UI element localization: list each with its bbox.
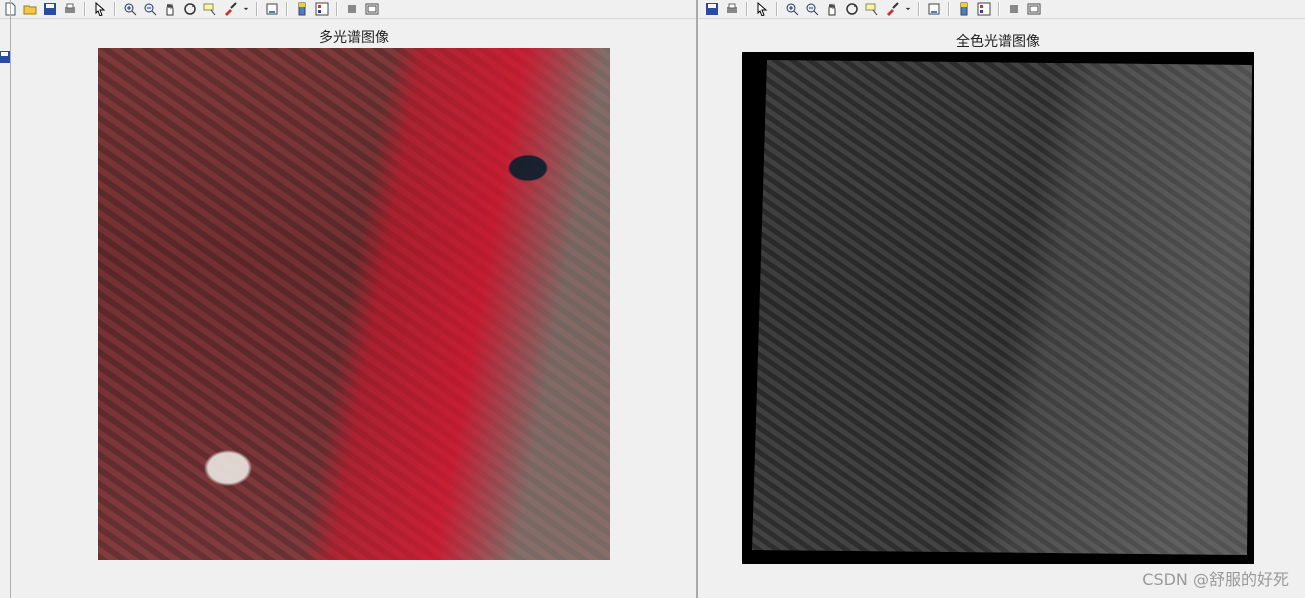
show-plot-tools-icon[interactable] <box>364 1 380 17</box>
pan-hand-icon[interactable] <box>162 1 178 17</box>
zoom-out-icon[interactable] <box>804 1 820 17</box>
hide-plot-tools-icon[interactable] <box>344 1 360 17</box>
multispectral-image-title: 多光谱图像 <box>319 30 389 46</box>
legend-icon[interactable] <box>314 1 330 17</box>
brush-icon[interactable] <box>884 1 900 17</box>
toolbar-separator <box>286 2 288 16</box>
toolbar-separator <box>948 2 950 16</box>
panchromatic-image-title: 全色光谱图像 <box>956 34 1040 50</box>
hide-plot-tools-icon[interactable] <box>1006 1 1022 17</box>
dropdown-arrow-icon[interactable] <box>904 1 912 17</box>
right-figure-toolbar <box>698 0 1305 19</box>
rotate-3d-icon[interactable] <box>182 1 198 17</box>
save-icon[interactable] <box>704 1 720 17</box>
print-icon[interactable] <box>724 1 740 17</box>
open-folder-icon[interactable] <box>22 1 38 17</box>
pan-hand-icon[interactable] <box>824 1 840 17</box>
rotate-3d-icon[interactable] <box>844 1 860 17</box>
print-icon[interactable] <box>62 1 78 17</box>
toolbar-separator <box>114 2 116 16</box>
toolbar-separator <box>84 2 86 16</box>
save-icon[interactable] <box>42 1 58 17</box>
toolbar-separator <box>918 2 920 16</box>
colorbar-icon[interactable] <box>294 1 310 17</box>
pointer-icon[interactable] <box>92 1 108 17</box>
multispectral-image <box>98 48 610 560</box>
link-plot-icon[interactable] <box>926 1 942 17</box>
toolbar-separator <box>998 2 1000 16</box>
toolbar-separator <box>776 2 778 16</box>
pointer-icon[interactable] <box>754 1 770 17</box>
brush-icon[interactable] <box>222 1 238 17</box>
zoom-out-icon[interactable] <box>142 1 158 17</box>
dropdown-arrow-icon[interactable] <box>242 1 250 17</box>
toolbar-separator <box>336 2 338 16</box>
partial-window-icon <box>0 48 10 66</box>
show-plot-tools-icon[interactable] <box>1026 1 1042 17</box>
link-plot-icon[interactable] <box>264 1 280 17</box>
toolbar-separator <box>746 2 748 16</box>
data-cursor-icon[interactable] <box>864 1 880 17</box>
left-figure-toolbar <box>0 0 696 19</box>
colorbar-icon[interactable] <box>956 1 972 17</box>
toolbar-separator <box>256 2 258 16</box>
window-edge <box>10 0 11 598</box>
panchromatic-image <box>752 60 1252 555</box>
figure-window-divider[interactable] <box>696 0 698 598</box>
zoom-in-icon[interactable] <box>122 1 138 17</box>
zoom-in-icon[interactable] <box>784 1 800 17</box>
data-cursor-icon[interactable] <box>202 1 218 17</box>
legend-icon[interactable] <box>976 1 992 17</box>
watermark: CSDN @舒服的好死 <box>1142 570 1289 589</box>
